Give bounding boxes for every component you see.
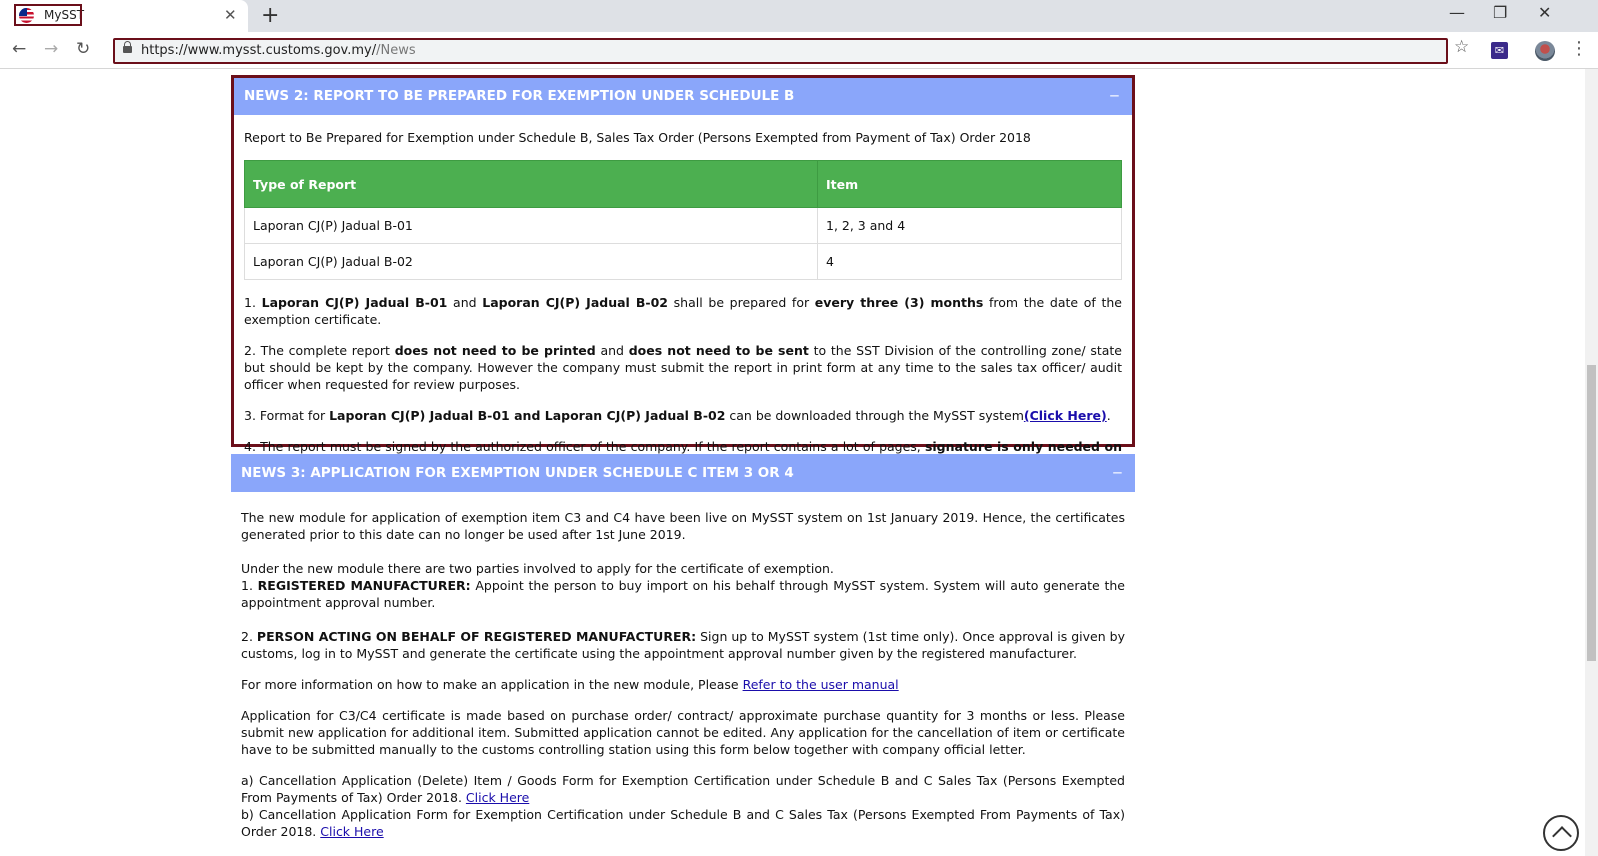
news-3-title: NEWS 3: APPLICATION FOR EXEMPTION UNDER … — [241, 465, 794, 481]
news-3-para: Under the new module there are two parti… — [241, 561, 834, 576]
bookmark-star-icon[interactable]: ☆ — [1454, 37, 1469, 57]
lock-icon — [123, 41, 132, 53]
tab-close-icon[interactable]: ✕ — [224, 6, 237, 24]
table-row: Laporan CJ(P) Jadual B-02 4 — [244, 243, 1122, 280]
news-2-point-1: 1. Laporan CJ(P) Jadual B-01 and Laporan… — [244, 295, 1123, 327]
restore-button[interactable]: ❐ — [1493, 3, 1507, 22]
news-3-header[interactable]: NEWS 3: APPLICATION FOR EXEMPTION UNDER … — [231, 454, 1135, 492]
new-tab-button[interactable]: + — [261, 3, 279, 28]
news-3-point-2: 2. PERSON ACTING ON BEHALF OF REGISTERED… — [241, 629, 1125, 661]
format-download-link[interactable]: (Click Here) — [1024, 408, 1107, 423]
table-header: Type of Report — [244, 160, 818, 208]
news-3-point-1: 1. REGISTERED MANUFACTURER: Appoint the … — [241, 578, 1125, 610]
table-cell: Laporan CJ(P) Jadual B-02 — [244, 243, 818, 280]
news-3-cancel-a: a) Cancellation Application (Delete) Ite… — [241, 773, 1125, 805]
address-bar[interactable]: https://www.mysst.customs.gov.my//News — [113, 38, 1448, 64]
table-cell: 1, 2, 3 and 4 — [817, 207, 1122, 244]
scroll-thumb[interactable] — [1587, 365, 1596, 661]
profile-avatar[interactable] — [1535, 41, 1555, 61]
table-cell: 4 — [817, 243, 1122, 280]
news-3-panel: NEWS 3: APPLICATION FOR EXEMPTION UNDER … — [231, 454, 1135, 840]
page-scrollbar[interactable] — [1585, 69, 1598, 856]
cancel-item-form-link[interactable]: Click Here — [466, 790, 529, 805]
forward-button[interactable]: → — [44, 39, 58, 59]
url-text: https://www.mysst.customs.gov.my//News — [141, 43, 416, 58]
news-3-body: The new module for application of exempt… — [231, 509, 1135, 840]
news-2-title: NEWS 2: REPORT TO BE PREPARED FOR EXEMPT… — [244, 88, 795, 104]
minimize-button[interactable]: — — [1449, 3, 1465, 22]
page-content: NEWS 2: REPORT TO BE PREPARED FOR EXEMPT… — [0, 69, 1585, 856]
collapse-icon[interactable]: − — [1112, 454, 1123, 492]
close-window-button[interactable]: ✕ — [1538, 3, 1551, 22]
reload-button[interactable]: ↻ — [76, 39, 90, 59]
news-3-para: For more information on how to make an a… — [241, 677, 899, 692]
collapse-icon[interactable]: − — [1109, 78, 1120, 115]
news-2-panel: NEWS 2: REPORT TO BE PREPARED FOR EXEMPT… — [231, 75, 1135, 471]
user-manual-link[interactable]: Refer to the user manual — [743, 677, 899, 692]
cancel-certificate-form-link[interactable]: Click Here — [320, 824, 383, 839]
extension-mail-icon[interactable]: ✉ — [1491, 42, 1508, 59]
news-2-body: Report to Be Prepared for Exemption unde… — [234, 129, 1132, 472]
report-table: Type of Report Item Laporan CJ(P) Jadual… — [244, 160, 1122, 280]
scroll-to-top-icon[interactable] — [1543, 815, 1579, 851]
news-2-intro: Report to Be Prepared for Exemption unde… — [244, 130, 1031, 145]
news-3-para: Application for C3/C4 certificate is mad… — [241, 708, 1125, 757]
tab-highlight-box — [14, 4, 82, 26]
table-row: Laporan CJ(P) Jadual B-01 1, 2, 3 and 4 — [244, 207, 1122, 244]
news-2-point-2: 2. The complete report does not need to … — [244, 343, 1123, 392]
table-header: Item — [817, 160, 1122, 208]
news-3-cancel-b: b) Cancellation Application Form for Exe… — [241, 807, 1125, 839]
back-button[interactable]: ← — [12, 39, 26, 59]
news-2-header[interactable]: NEWS 2: REPORT TO BE PREPARED FOR EXEMPT… — [234, 78, 1132, 115]
tab-strip: MySST ✕ + — ❐ ✕ — [0, 0, 1598, 32]
news-3-para: The new module for application of exempt… — [241, 510, 1125, 542]
browser-menu-icon[interactable]: ⋮ — [1570, 38, 1588, 59]
news-2-point-3: 3. Format for Laporan CJ(P) Jadual B-01 … — [244, 408, 1111, 423]
table-cell: Laporan CJ(P) Jadual B-01 — [244, 207, 818, 244]
